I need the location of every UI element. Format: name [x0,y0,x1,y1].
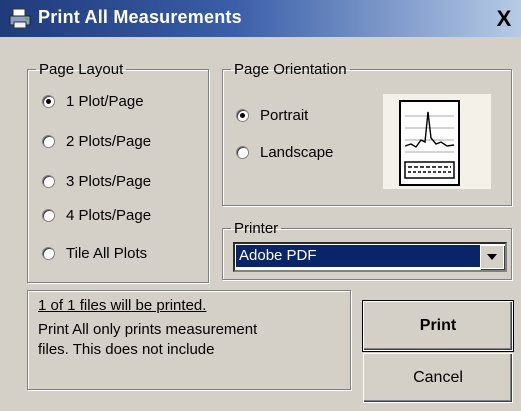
info-text-line-1: Print All only prints measurement [38,321,258,338]
layout-option-label: 4 Plots/Page [66,207,152,224]
printer-legend: Printer [234,220,279,237]
radio-icon[interactable] [42,209,55,222]
print-button-label: Print [419,317,457,334]
layout-option-1-plot[interactable]: 1 Plot/Page [42,93,144,110]
orientation-label: Portrait [260,107,309,124]
radio-icon[interactable] [236,146,249,159]
cancel-button[interactable]: Cancel [363,353,513,403]
radio-icon[interactable] [42,95,55,108]
radio-icon[interactable] [236,109,249,122]
cancel-button-label: Cancel [413,369,463,386]
page-orientation-legend: Page Orientation [234,61,347,78]
print-dialog: Page Layout 1 Plot/Page 2 Plots/Page 3 P… [0,37,521,411]
page-layout-legend: Page Layout [39,61,124,78]
layout-option-label: 2 Plots/Page [66,133,152,150]
info-panel: 1 of 1 files will be printed. Print All … [27,290,351,390]
layout-option-tile-all[interactable]: Tile All Plots [42,245,147,262]
layout-option-label: 1 Plot/Page [66,93,144,110]
orientation-landscape[interactable]: Landscape [236,144,333,161]
printer-select[interactable]: Adobe PDF [233,242,507,272]
radio-icon[interactable] [42,247,55,260]
portrait-page-icon [399,100,460,186]
print-button[interactable]: Print [362,300,514,352]
info-text-line-2: files. This does not include [38,341,215,358]
orientation-preview [383,94,491,189]
plot-preview-icon [404,111,455,179]
title-bar[interactable]: Print All Measurements X [0,0,521,37]
layout-option-label: Tile All Plots [66,245,148,262]
printer-icon [9,8,31,29]
orientation-label: Landscape [260,144,334,161]
layout-option-2-plots[interactable]: 2 Plots/Page [42,133,151,150]
layout-option-label: 3 Plots/Page [66,173,152,190]
printer-select-value[interactable]: Adobe PDF [236,245,481,267]
window-title: Print All Measurements [38,7,242,27]
orientation-portrait[interactable]: Portrait [236,107,308,124]
close-button[interactable]: X [491,6,517,32]
files-summary: 1 of 1 files will be printed. [38,297,207,314]
radio-icon[interactable] [42,135,55,148]
dropdown-arrow-icon[interactable] [480,245,504,269]
radio-icon[interactable] [42,175,55,188]
layout-option-4-plots[interactable]: 4 Plots/Page [42,207,151,224]
layout-option-3-plots[interactable]: 3 Plots/Page [42,173,151,190]
